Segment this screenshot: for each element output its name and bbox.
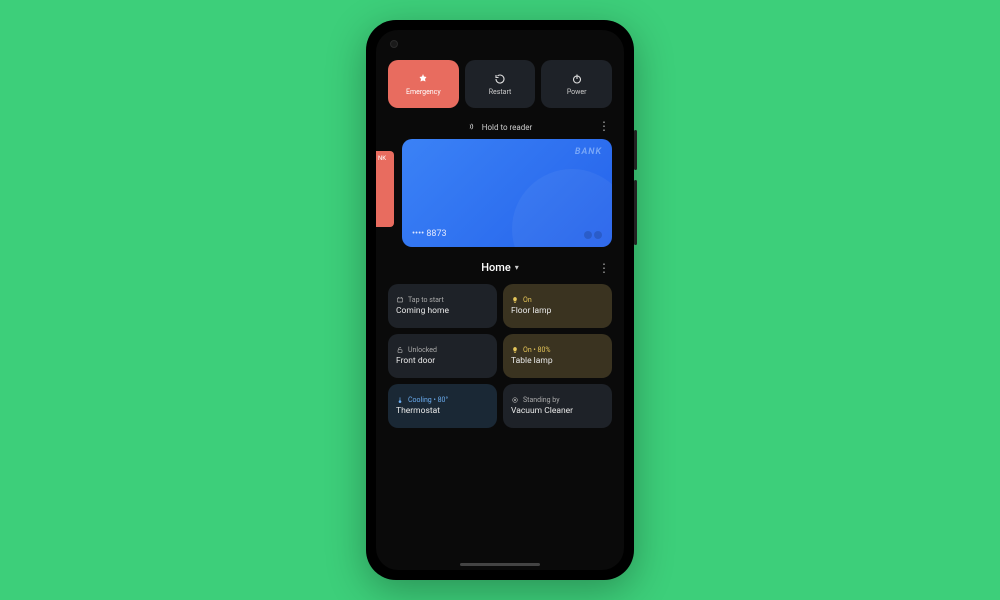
chevron-down-icon: ▾: [515, 263, 519, 272]
wallet-more-button[interactable]: ⋮: [598, 122, 610, 130]
lock-open-icon: [396, 346, 404, 354]
volume-button: [634, 130, 637, 170]
medical-icon: [416, 72, 430, 86]
tile-name: Vacuum Cleaner: [511, 406, 604, 416]
tile-table-lamp[interactable]: On • 80% Table lamp: [503, 334, 612, 378]
power-icon: [570, 72, 584, 86]
screen: Emergency Restart Power: [376, 30, 624, 570]
emergency-button[interactable]: Emergency: [388, 60, 459, 108]
power-hardware-button: [634, 180, 637, 245]
wallet-card-carousel[interactable]: NK BANK •••• 8873: [388, 139, 612, 247]
phone-frame: Emergency Restart Power: [366, 20, 634, 580]
power-button[interactable]: Power: [541, 60, 612, 108]
emergency-label: Emergency: [406, 88, 441, 96]
tile-name: Thermostat: [396, 406, 489, 416]
wallet-card-main[interactable]: BANK •••• 8873: [402, 139, 612, 247]
peek-brand: NK: [378, 155, 386, 162]
thermometer-icon: [396, 396, 404, 404]
card-brand: BANK: [575, 147, 602, 157]
tile-status: Tap to start: [408, 296, 444, 304]
tile-front-door[interactable]: Unlocked Front door: [388, 334, 497, 378]
home-title: Home: [481, 261, 511, 274]
tile-thermostat[interactable]: Cooling • 80° Thermostat: [388, 384, 497, 428]
tile-name: Floor lamp: [511, 306, 604, 316]
device-tiles-grid: Tap to start Coming home On Floor lamp: [388, 284, 612, 428]
wallet-hint: Hold to reader ⋮: [388, 122, 612, 133]
tile-floor-lamp[interactable]: On Floor lamp: [503, 284, 612, 328]
camera-hole-icon: [390, 40, 398, 48]
gesture-nav-bar[interactable]: [460, 563, 540, 566]
home-selector[interactable]: Home ▾ ⋮: [388, 261, 612, 274]
tile-vacuum[interactable]: Standing by Vacuum Cleaner: [503, 384, 612, 428]
restart-icon: [493, 72, 507, 86]
tile-status: Cooling • 80°: [408, 396, 448, 404]
tile-coming-home[interactable]: Tap to start Coming home: [388, 284, 497, 328]
restart-label: Restart: [489, 88, 512, 96]
tile-name: Front door: [396, 356, 489, 366]
wallet-card-prev[interactable]: NK: [376, 151, 394, 227]
tile-status: On • 80%: [523, 346, 551, 354]
tile-status: On: [523, 296, 532, 304]
nfc-icon: [468, 122, 477, 133]
power-label: Power: [567, 88, 587, 96]
tile-status: Unlocked: [408, 346, 437, 354]
tile-name: Table lamp: [511, 356, 604, 366]
tile-status: Standing by: [523, 396, 560, 404]
card-chip-icon: [584, 231, 602, 239]
bulb-icon: [511, 296, 519, 304]
bulb-icon: [511, 346, 519, 354]
routine-icon: [396, 296, 404, 304]
home-more-button[interactable]: ⋮: [598, 264, 610, 272]
vacuum-icon: [511, 396, 519, 404]
restart-button[interactable]: Restart: [465, 60, 536, 108]
tile-name: Coming home: [396, 306, 489, 316]
power-menu-row: Emergency Restart Power: [388, 60, 612, 108]
wallet-hint-text: Hold to reader: [482, 123, 533, 132]
